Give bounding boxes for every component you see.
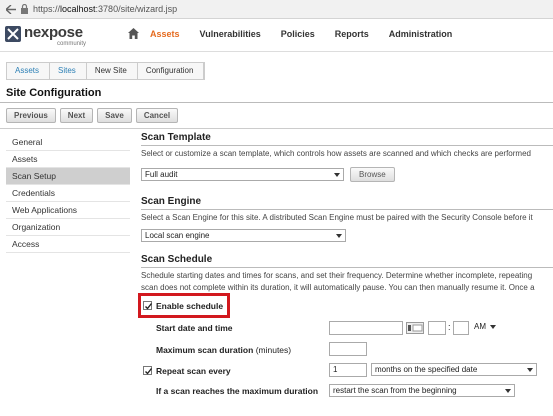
wizard-button-bar: Previous Next Save Cancel — [6, 108, 179, 123]
repeat-scan-checkbox[interactable] — [143, 366, 153, 375]
highlight-box — [138, 293, 230, 318]
scan-engine-description: Select a Scan Engine for this site. A di… — [141, 213, 533, 222]
start-date-input[interactable] — [329, 321, 403, 335]
sidebar-item-access[interactable]: Access — [6, 236, 130, 253]
scan-engine-value: Local scan engine — [145, 231, 210, 240]
logo-name: nexpose — [24, 24, 83, 41]
calendar-icon[interactable] — [406, 322, 424, 334]
previous-button[interactable]: Previous — [6, 108, 56, 123]
sidebar-item-assets[interactable]: Assets — [6, 151, 130, 168]
scan-engine-heading: Scan Engine — [141, 196, 202, 207]
home-icon[interactable] — [127, 27, 140, 40]
chevron-down-icon — [490, 325, 496, 329]
breadcrumb-new-site[interactable]: New Site — [87, 63, 138, 79]
max-reached-label: If a scan reaches the maximum duration — [156, 386, 319, 396]
breadcrumb: Assets Sites New Site Configuration — [6, 62, 206, 80]
app-header: nexpose community Assets Vulnerabilities… — [0, 19, 553, 52]
back-arrow-icon[interactable] — [6, 5, 16, 14]
browse-button[interactable]: Browse — [350, 167, 395, 182]
nav-policies[interactable]: Policies — [281, 29, 315, 39]
scan-schedule-heading: Scan Schedule — [141, 254, 213, 265]
max-duration-unit: (minutes) — [255, 345, 292, 355]
browser-url-bar[interactable]: https://localhost:3780/site/wizard.jsp — [0, 0, 553, 19]
scan-engine-select[interactable]: Local scan engine — [141, 229, 346, 242]
nexpose-logo-icon — [5, 26, 21, 42]
ampm-select[interactable]: AM — [471, 321, 499, 334]
url-prefix: https:// — [33, 4, 61, 14]
scan-template-value: Full audit — [145, 170, 178, 179]
repeat-unit-value: months on the specified date — [375, 365, 478, 374]
scan-template-description: Select or customize a scan template, whi… — [141, 149, 531, 158]
chevron-down-icon — [336, 234, 342, 238]
nav-reports[interactable]: Reports — [335, 29, 369, 39]
scan-schedule-description-1: Schedule starting dates and times for sc… — [141, 271, 533, 280]
url-rest: :3780/site/wizard.jsp — [95, 4, 178, 14]
page-title: Site Configuration — [6, 87, 102, 99]
url-text[interactable]: https://localhost:3780/site/wizard.jsp — [33, 4, 177, 14]
section-divider — [141, 267, 553, 268]
sidebar-item-general[interactable]: General — [6, 134, 130, 151]
chevron-down-icon — [505, 389, 511, 393]
chevron-down-icon — [527, 368, 533, 372]
title-divider — [0, 102, 553, 103]
scan-setup-content: Scan Template Select or customize a scan… — [141, 132, 553, 158]
repeat-unit-select[interactable]: months on the specified date — [371, 363, 537, 376]
max-duration-label: Maximum scan duration (minutes) — [156, 345, 291, 355]
time-separator: : — [448, 322, 451, 332]
repeat-scan-label[interactable]: Repeat scan every — [156, 366, 231, 376]
check-icon — [145, 368, 153, 375]
ampm-value: AM — [474, 322, 486, 331]
chevron-down-icon — [334, 173, 340, 177]
logo-sub: community — [57, 41, 87, 47]
sidebar-item-credentials[interactable]: Credentials — [6, 185, 130, 202]
start-minute-input[interactable] — [453, 321, 469, 335]
url-host: localhost — [60, 4, 96, 14]
next-button[interactable]: Next — [59, 108, 94, 123]
cancel-button[interactable]: Cancel — [135, 108, 179, 123]
scan-engine-section: Scan Engine Select a Scan Engine for thi… — [141, 196, 553, 222]
lock-icon — [21, 4, 28, 14]
sidebar-item-organization[interactable]: Organization — [6, 219, 130, 236]
nexpose-logo[interactable]: nexpose community — [5, 24, 87, 48]
scan-schedule-section: Scan Schedule Schedule starting dates an… — [141, 254, 553, 292]
sidebar-item-scan-setup[interactable]: Scan Setup — [6, 168, 130, 185]
config-sidebar: General Assets Scan Setup Credentials We… — [6, 134, 130, 253]
section-divider — [141, 209, 553, 210]
breadcrumb-sites[interactable]: Sites — [50, 63, 87, 79]
max-reached-select[interactable]: restart the scan from the beginning — [329, 384, 515, 397]
breadcrumb-configuration: Configuration — [138, 63, 205, 79]
nav-assets[interactable]: Assets — [150, 29, 180, 39]
scan-template-select[interactable]: Full audit — [141, 168, 344, 181]
max-duration-input[interactable] — [329, 342, 367, 356]
scan-template-heading: Scan Template — [141, 132, 211, 143]
section-divider — [141, 145, 553, 146]
breadcrumb-assets[interactable]: Assets — [7, 63, 51, 79]
repeat-interval-input[interactable]: 1 — [329, 363, 367, 377]
start-hour-input[interactable] — [428, 321, 446, 335]
save-button[interactable]: Save — [97, 108, 132, 123]
nav-vulnerabilities[interactable]: Vulnerabilities — [200, 29, 261, 39]
start-date-label: Start date and time — [156, 323, 233, 333]
top-navigation: Assets Vulnerabilities Policies Reports … — [150, 29, 472, 39]
buttons-divider — [0, 128, 553, 129]
sidebar-item-web-applications[interactable]: Web Applications — [6, 202, 130, 219]
max-duration-text: Maximum scan duration — [156, 345, 254, 355]
nav-administration[interactable]: Administration — [389, 29, 453, 39]
scan-schedule-description-2: scan does not complete within its durati… — [141, 283, 535, 292]
max-reached-value: restart the scan from the beginning — [333, 386, 457, 395]
